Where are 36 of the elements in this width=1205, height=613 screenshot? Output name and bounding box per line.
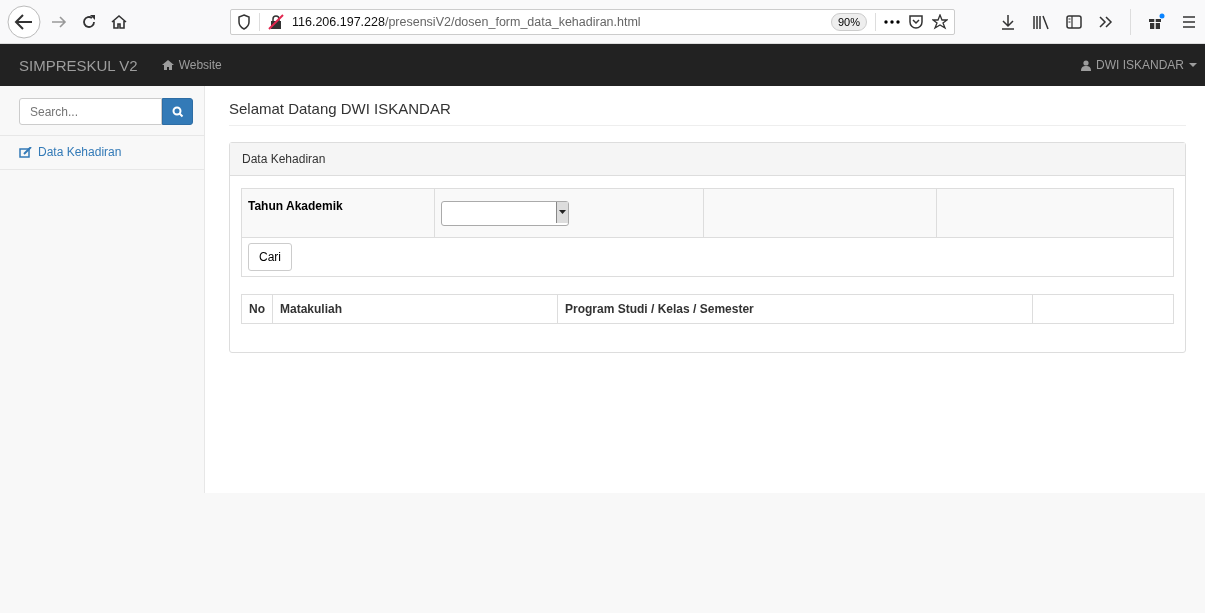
sidebar-item[interactable]: Data Kehadiran bbox=[0, 136, 204, 170]
star-icon[interactable] bbox=[932, 13, 948, 30]
user-menu[interactable]: DWI ISKANDAR bbox=[1081, 58, 1197, 72]
search-button[interactable] bbox=[162, 98, 193, 125]
gift-icon[interactable] bbox=[1147, 12, 1165, 31]
caret-icon bbox=[1189, 62, 1197, 68]
page-heading: Selamat Datang DWI ISKANDAR bbox=[229, 100, 1186, 126]
zoom-badge[interactable]: 90% bbox=[830, 12, 867, 31]
form-label: Tahun Akademik bbox=[241, 188, 435, 238]
shield-icon bbox=[237, 13, 251, 30]
panel-title: Data Kehadiran bbox=[230, 143, 1185, 176]
reload-icon[interactable] bbox=[80, 12, 98, 31]
user-icon bbox=[1081, 59, 1091, 71]
menu-icon[interactable] bbox=[1181, 13, 1197, 30]
pocket-icon[interactable] bbox=[908, 13, 924, 30]
website-link[interactable]: Website bbox=[161, 58, 222, 72]
column-header: Program Studi / Kelas / Semester bbox=[557, 294, 1033, 324]
library-icon[interactable] bbox=[1032, 13, 1050, 30]
more-icon[interactable] bbox=[884, 18, 900, 25]
search-icon bbox=[171, 105, 184, 118]
column-header: Matakuliah bbox=[272, 294, 558, 324]
search-field[interactable]: Search... bbox=[19, 98, 162, 125]
column-header: No bbox=[241, 294, 273, 324]
address-bar[interactable]: 116.206.197.228/presensiV2/dosen_form_data_kehadiran.html 90% bbox=[230, 8, 955, 35]
download-icon[interactable] bbox=[1000, 13, 1016, 30]
home-icon[interactable] bbox=[110, 12, 128, 31]
insecure-lock-icon bbox=[268, 13, 284, 30]
home-icon bbox=[161, 60, 174, 70]
brand-link[interactable]: SIMPRESKUL V2 bbox=[19, 56, 138, 74]
sidebar-icon[interactable] bbox=[1066, 13, 1082, 30]
back-icon[interactable] bbox=[6, 3, 42, 40]
edit-icon bbox=[19, 146, 32, 158]
caret-icon bbox=[559, 210, 566, 214]
search-submit-button[interactable]: Cari bbox=[248, 243, 292, 271]
url-text: 116.206.197.228/presensiV2/dosen_form_data_kehadiran.html bbox=[292, 14, 642, 29]
chevrons-icon[interactable] bbox=[1098, 13, 1114, 30]
